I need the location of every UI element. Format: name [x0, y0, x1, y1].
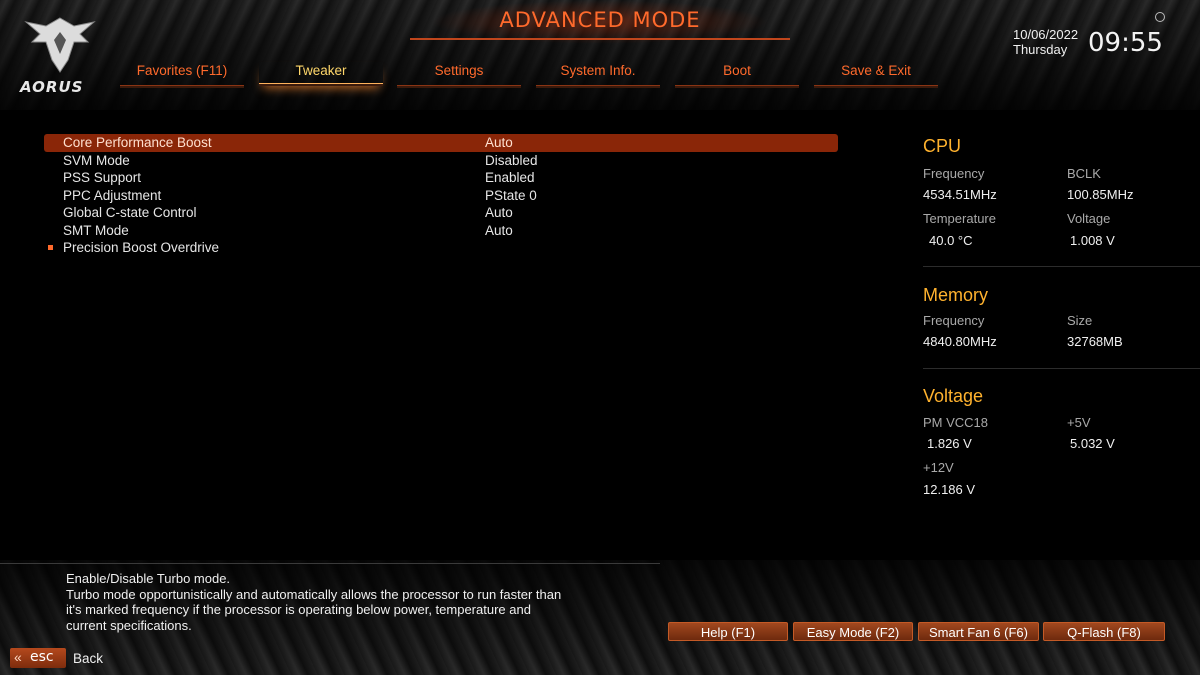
cpu-voltage-value: 1.008 V	[1070, 233, 1115, 248]
esc-button[interactable]: « esc	[10, 648, 66, 668]
date-display: 10/06/2022 Thursday	[1013, 27, 1078, 57]
memory-frequency-value: 4840.80MHz	[923, 334, 997, 349]
pmvcc18-label: PM VCC18	[923, 415, 989, 430]
setting-label: Precision Boost Overdrive	[63, 240, 220, 255]
clock: 09:55	[1088, 28, 1163, 58]
smart-fan-button[interactable]: Smart Fan 6 (F6)	[918, 622, 1039, 641]
setting-row-global-cstate-control[interactable]: Global C-state Control Auto	[44, 204, 844, 222]
memory-frequency-label: Frequency	[923, 313, 985, 328]
setting-row-smt-mode[interactable]: SMT Mode Auto	[44, 222, 844, 240]
setting-row-core-performance-boost[interactable]: Core Performance Boost Auto	[44, 134, 838, 152]
setting-value[interactable]: Auto	[485, 222, 513, 240]
setting-row-ppc-adjustment[interactable]: PPC Adjustment PState 0	[44, 187, 844, 205]
esc-label: esc	[30, 649, 54, 665]
setting-value[interactable]: Auto	[485, 204, 513, 222]
page-title: ADVANCED MODE	[499, 8, 701, 32]
voltage-section-title: Voltage	[923, 386, 984, 406]
settings-gear-icon[interactable]	[1155, 12, 1165, 22]
day-text: Thursday	[1013, 42, 1068, 57]
help-line: Turbo mode opportunistically and automat…	[66, 586, 562, 602]
panel-divider	[923, 368, 1200, 369]
setting-value[interactable]: Disabled	[485, 152, 538, 170]
cpu-frequency-value: 4534.51MHz	[923, 187, 997, 202]
setting-label: PSS Support	[63, 170, 142, 185]
hardware-monitor-panel: CPU	[923, 136, 1183, 162]
cpu-temperature-value: 40.0 °C	[929, 233, 973, 248]
tab-settings[interactable]: Settings	[397, 62, 521, 88]
cpu-frequency-label: Frequency	[923, 166, 985, 181]
panel-divider	[923, 266, 1200, 267]
help-button[interactable]: Help (F1)	[668, 622, 788, 641]
cpu-bclk-value: 100.85MHz	[1067, 187, 1134, 202]
setting-value[interactable]: PState 0	[485, 187, 537, 205]
cpu-temperature-label: Temperature	[923, 211, 996, 226]
memory-section-title: Memory	[923, 285, 989, 305]
tab-boot[interactable]: Boot	[675, 62, 799, 88]
help-text: Enable/Disable Turbo mode. Turbo mode op…	[66, 571, 626, 633]
v5-value: 5.032 V	[1070, 436, 1115, 451]
help-divider	[0, 563, 660, 564]
easy-mode-button[interactable]: Easy Mode (F2)	[793, 622, 913, 641]
v12-value: 12.186 V	[923, 482, 976, 497]
setting-label: Core Performance Boost	[63, 135, 212, 150]
date-text: 10/06/2022	[1013, 27, 1079, 42]
setting-row-svm-mode[interactable]: SVM Mode Disabled	[44, 152, 844, 170]
tab-favorites[interactable]: Favorites (F11)	[120, 62, 244, 88]
v12-label: +12V	[923, 460, 954, 475]
help-line: it's marked frequency if the processor i…	[66, 602, 531, 617]
tab-tweaker[interactable]: Tweaker	[259, 62, 383, 86]
qflash-button[interactable]: Q-Flash (F8)	[1043, 622, 1165, 641]
setting-row-pss-support[interactable]: PSS Support Enabled	[44, 169, 844, 187]
tab-save-exit[interactable]: Save & Exit	[814, 62, 938, 88]
settings-list: Core Performance Boost Auto SVM Mode Dis…	[44, 134, 844, 257]
setting-label: Global C-state Control	[63, 205, 197, 220]
cpu-voltage-label: Voltage	[1067, 211, 1111, 226]
help-line: current specifications.	[66, 617, 192, 633]
brand-logo-text: AORUS	[20, 78, 84, 96]
cpu-section-title: CPU	[923, 136, 962, 156]
submenu-bullet-icon	[48, 245, 53, 250]
v5-label: +5V	[1067, 415, 1091, 430]
double-chevron-left-icon: «	[14, 649, 22, 665]
pmvcc18-value: 1.826 V	[927, 436, 972, 451]
setting-label: SVM Mode	[63, 152, 130, 168]
setting-label: SMT Mode	[63, 222, 129, 238]
tab-system-info[interactable]: System Info.	[536, 62, 660, 88]
help-line: Enable/Disable Turbo mode.	[66, 571, 231, 586]
submenu-precision-boost-overdrive[interactable]: Precision Boost Overdrive	[44, 239, 844, 257]
memory-size-label: Size	[1067, 313, 1093, 328]
setting-value[interactable]: Enabled	[485, 169, 535, 187]
back-label[interactable]: Back	[73, 651, 103, 666]
cpu-bclk-label: BCLK	[1067, 166, 1101, 181]
setting-label: PPC Adjustment	[63, 187, 162, 203]
setting-value[interactable]: Auto	[485, 134, 513, 152]
memory-size-value: 32768MB	[1067, 334, 1123, 349]
